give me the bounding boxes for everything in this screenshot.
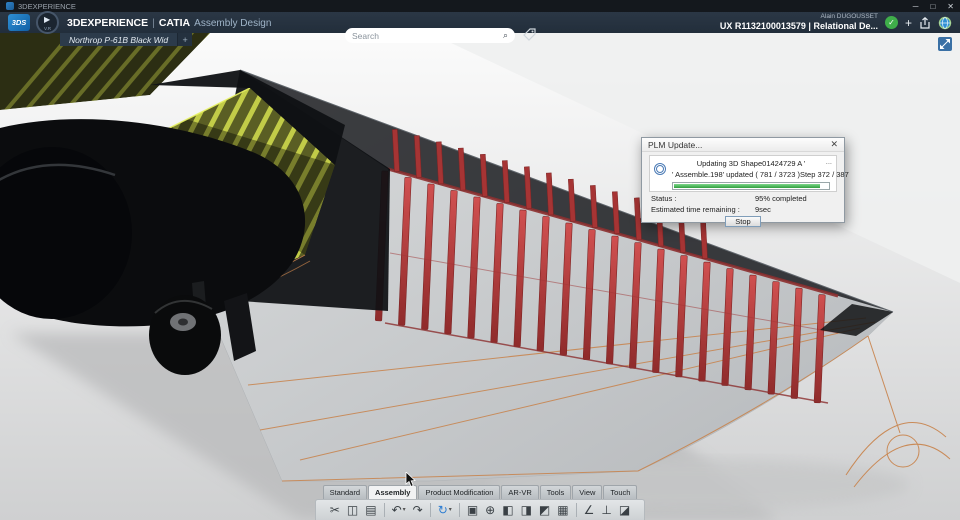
brand-separator: |: [152, 16, 155, 29]
dialog-assemble-line: ' Assemble.198' updated ( 781 / 3723 ): [672, 170, 800, 179]
tab-product-modification[interactable]: Product Modification: [418, 485, 501, 499]
expand-viewport-icon[interactable]: [938, 37, 952, 51]
os-titlebar: 3DEXPERIENCE ─ □ ✕: [0, 0, 960, 12]
status-value: 95% completed: [755, 194, 807, 203]
brand-role: Assembly Design: [194, 17, 272, 29]
brand-3dexperience: 3DEXPERIENCE: [67, 16, 149, 29]
dialog-step-counter: Step 372 / 387: [799, 170, 849, 179]
tab-standard[interactable]: Standard: [322, 485, 368, 499]
status-label: Status :: [651, 194, 677, 203]
close-button[interactable]: ✕: [947, 2, 954, 11]
mouse-cursor: [405, 471, 417, 493]
session-label: UX R1132100013579 | Relational De...: [719, 21, 878, 31]
paste-button[interactable]: ▤: [365, 504, 376, 516]
tab-tools[interactable]: Tools: [539, 485, 572, 499]
eta-label: Estimated time remaining :: [651, 205, 740, 214]
dialog-progress-box: ... Updating 3D Shape01424729 A ' ' Asse…: [649, 155, 849, 192]
search-input[interactable]: [352, 30, 503, 41]
update-dropdown-icon[interactable]: ▾: [449, 507, 452, 513]
redo-button[interactable]: ↷: [413, 504, 423, 516]
3d-viewport[interactable]: Northrop P-61B Black Wid + PLM Update...…: [0, 33, 960, 520]
search-icon[interactable]: ⌕: [503, 31, 508, 40]
search-bar[interactable]: ⌕: [345, 28, 515, 43]
maximize-button[interactable]: □: [930, 2, 935, 11]
tab-touch[interactable]: Touch: [603, 485, 638, 499]
toolbar-separator: [458, 503, 460, 517]
undo-button[interactable]: ↶ ▾: [392, 504, 406, 516]
compass-play-icon: ▶: [44, 15, 51, 24]
tag-icon[interactable]: [523, 28, 536, 46]
minimize-button[interactable]: ─: [913, 2, 919, 11]
app-header: 3DS ▶ V.R 3DEXPERIENCE | CATIA Assembly …: [0, 11, 960, 43]
stop-button[interactable]: Stop: [725, 216, 761, 227]
progress-bar: [672, 182, 830, 190]
add-tab-button[interactable]: +: [178, 33, 193, 46]
document-tab-row: Northrop P-61B Black Wid +: [60, 33, 193, 46]
window-title: 3DEXPERIENCE: [18, 1, 76, 11]
insert-product-button[interactable]: ▣: [467, 504, 478, 516]
3d-scene-aircraft-wing[interactable]: [0, 33, 960, 520]
progress-bar-fill: [674, 184, 821, 188]
new-component-button[interactable]: ◧: [502, 504, 513, 516]
app-brand: 3DEXPERIENCE | CATIA Assembly Design: [67, 17, 271, 29]
collaboration-globe-icon[interactable]: [938, 16, 952, 30]
add-content-button[interactable]: +: [905, 17, 912, 29]
assemble-button[interactable]: ▦: [557, 504, 568, 516]
axis-system-button[interactable]: ⊕: [485, 504, 495, 516]
cut-button[interactable]: ✂: [330, 504, 340, 516]
share-icon[interactable]: [919, 16, 931, 29]
status-online-badge[interactable]: ✓: [884, 16, 898, 29]
application-window: 3DEXPERIENCE ─ □ ✕ 3DS ▶ V.R 3DEXPERIENC…: [0, 0, 960, 520]
wheel-hub-center: [178, 318, 188, 326]
toolbar-separator: [575, 503, 577, 517]
copy-button[interactable]: ◫: [347, 504, 358, 516]
header-right-cluster: Alain DUGOUSSET UX R1132100013579 | Rela…: [720, 13, 952, 32]
tab-ar-vr[interactable]: AR-VR: [501, 485, 539, 499]
document-tab-label: Northrop P-61B Black Wid: [69, 34, 169, 45]
dialog-more-button[interactable]: ...: [826, 157, 832, 166]
engineering-connection-button[interactable]: ∠: [584, 504, 595, 516]
dialog-close-icon[interactable]: ✕: [830, 139, 838, 150]
existing-product-button[interactable]: ◨: [521, 504, 532, 516]
ribbon-tab-bar: Standard Assembly Product Modification A…: [0, 485, 960, 499]
dialog-titlebar[interactable]: PLM Update... ✕: [642, 138, 844, 152]
eta-value: 9sec: [755, 205, 771, 214]
snap-button[interactable]: ◩: [539, 504, 550, 516]
dialog-title: PLM Update...: [648, 139, 703, 150]
user-name: Alain DUGOUSSET: [820, 13, 878, 21]
section-button[interactable]: ◪: [619, 504, 630, 516]
toolbar-separator: [383, 503, 385, 517]
update-button[interactable]: ↻ ▾: [438, 504, 452, 516]
fix-button[interactable]: ⊥: [601, 504, 611, 516]
dialog-updating-line: Updating 3D Shape01424729 A ': [696, 159, 806, 168]
toolbar-separator: [429, 503, 431, 517]
undo-dropdown-icon[interactable]: ▾: [403, 507, 406, 513]
tab-view[interactable]: View: [572, 485, 603, 499]
3dexperience-compass-icon[interactable]: ▶ V.R: [36, 11, 59, 34]
compass-sub-label: V.R: [43, 26, 52, 31]
3ds-logo[interactable]: 3DS: [8, 14, 30, 31]
document-tab[interactable]: Northrop P-61B Black Wid: [60, 33, 179, 46]
app-logo-icon: [6, 2, 14, 10]
plm-update-dialog[interactable]: PLM Update... ✕ ... Updating 3D Shape014…: [641, 137, 849, 227]
brand-catia: CATIA: [158, 16, 191, 29]
update-gear-icon: [654, 163, 666, 175]
action-toolbar: ✂ ◫ ▤ ↶ ▾ ↷ ↻ ▾ ▣ ⊕ ◧ ◨ ◩ ▦ ∠ ⊥ ◪: [0, 499, 960, 520]
user-session-block: Alain DUGOUSSET UX R1132100013579 | Rela…: [720, 13, 878, 32]
